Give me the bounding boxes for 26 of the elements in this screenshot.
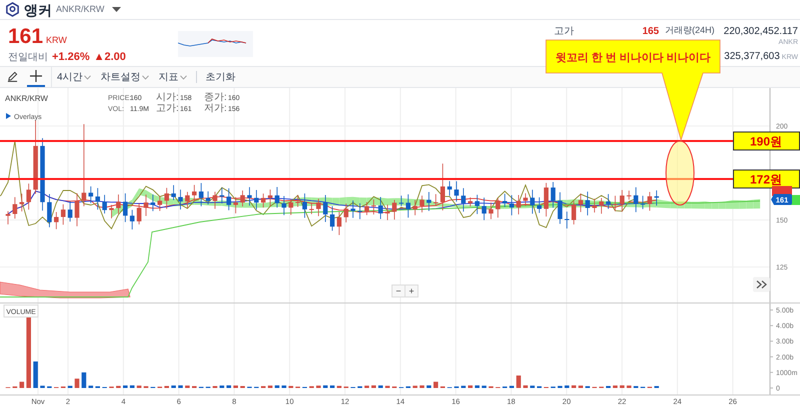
coin-name: 앵커 xyxy=(24,2,52,16)
stat-value: 325,377,603 xyxy=(724,50,780,64)
legend-label: 고가: xyxy=(156,103,179,114)
price-currency: KRW xyxy=(46,34,67,46)
callout-text: 윗꼬리 한 번 비나이다 비나이다 xyxy=(555,52,711,64)
legend-label: 시가: xyxy=(156,92,179,103)
price-level-label: 190원 xyxy=(733,132,800,150)
stat-label: 거래량(24H) xyxy=(665,24,715,37)
menu-button[interactable]: 차트설정 xyxy=(96,70,154,84)
zoom-in-button[interactable]: + xyxy=(404,284,418,298)
market-pair: ANKR/KRW xyxy=(56,2,104,16)
stat-label: 고가 xyxy=(554,25,574,39)
current-price: 161 xyxy=(8,26,44,47)
change-label: 전일대비 xyxy=(8,50,48,65)
zoom-out-button[interactable]: − xyxy=(392,284,406,298)
menu-button[interactable]: 4시간 xyxy=(52,70,96,84)
change-percent: +1.26% xyxy=(52,50,90,65)
menu-button[interactable]: 초기화 xyxy=(200,70,241,84)
stat-value: 220,302,452.117 xyxy=(724,25,798,39)
legend-label: 저가: xyxy=(204,103,227,114)
menu-button[interactable]: 지표 xyxy=(154,70,192,84)
price-level-label: 172원 xyxy=(733,170,800,188)
change-amount: ▲2.00 xyxy=(94,50,126,65)
chart-symbol: ANKR/KRW xyxy=(5,94,48,103)
legend-label: 종가: xyxy=(204,92,227,103)
stat-value: 165 xyxy=(642,25,659,39)
